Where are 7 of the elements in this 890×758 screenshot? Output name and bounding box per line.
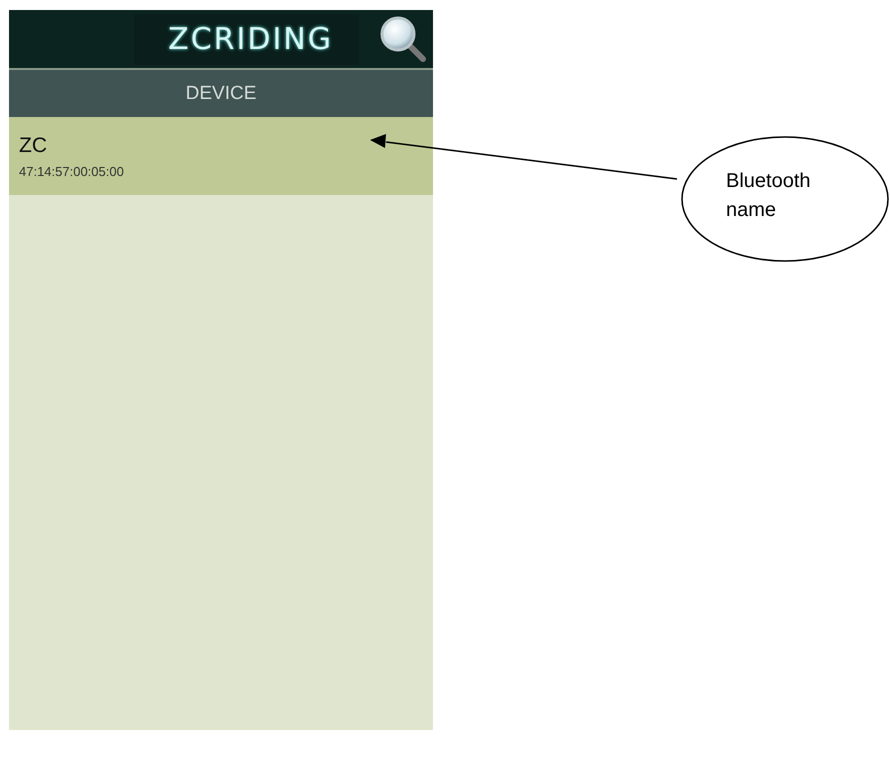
callout-text: Bluetooth name [726, 170, 811, 222]
device-address: 47:14:57:00:05:00 [19, 164, 125, 178]
section-title: DEVICE [186, 82, 256, 104]
app-title: ZCRIDING [134, 14, 359, 64]
device-name: ZC [19, 134, 48, 158]
search-icon[interactable] [379, 15, 427, 63]
device-row[interactable]: ZC 47:14:57:00:05:00 [9, 117, 433, 195]
